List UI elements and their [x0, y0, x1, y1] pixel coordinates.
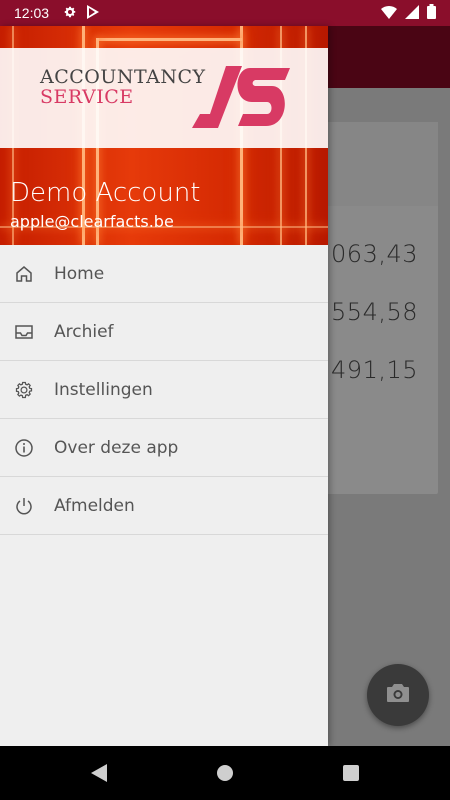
account-name: Demo Account	[10, 178, 201, 208]
recents-icon[interactable]	[336, 758, 366, 788]
logo-text-service: SERVICE	[40, 86, 134, 108]
drawer-header: ACCOUNTANCY SERVICE Demo Account apple@c…	[0, 26, 328, 245]
gear-icon	[0, 380, 54, 400]
menu-label-archief: Archief	[54, 321, 114, 342]
menu-item-instellingen[interactable]: Instellingen	[0, 361, 328, 419]
drawer-menu: Home Archief Instellingen Over deze app …	[0, 245, 328, 535]
logo-as-mark	[192, 66, 292, 136]
menu-item-afmelden[interactable]: Afmelden	[0, 477, 328, 535]
back-icon[interactable]	[84, 758, 114, 788]
inbox-icon	[0, 323, 54, 341]
neon-line	[96, 38, 242, 41]
logo-text-accountancy: ACCOUNTANCY	[40, 66, 206, 88]
menu-item-archief[interactable]: Archief	[0, 303, 328, 361]
wifi-icon	[381, 4, 397, 23]
camera-icon	[387, 683, 409, 707]
menu-label-afmelden: Afmelden	[54, 495, 135, 516]
home-icon	[0, 264, 54, 284]
system-nav-bar	[0, 746, 450, 800]
status-time: 12:03	[14, 5, 50, 21]
home-circle-icon[interactable]	[210, 758, 240, 788]
menu-item-over-deze-app[interactable]: Over deze app	[0, 419, 328, 477]
play-store-icon	[87, 4, 100, 23]
gear-icon	[63, 4, 77, 23]
menu-label-over-deze-app: Over deze app	[54, 437, 179, 458]
menu-label-home: Home	[54, 263, 105, 284]
signal-icon	[405, 4, 419, 23]
menu-item-home[interactable]: Home	[0, 245, 328, 303]
power-icon	[0, 496, 54, 516]
account-email: apple@clearfacts.be	[10, 212, 174, 231]
navigation-drawer: ACCOUNTANCY SERVICE Demo Account apple@c…	[0, 26, 328, 746]
battery-icon	[427, 3, 436, 23]
menu-label-instellingen: Instellingen	[54, 379, 153, 400]
status-bar: 12:03	[0, 0, 450, 26]
info-icon	[0, 438, 54, 458]
camera-button[interactable]	[367, 664, 429, 726]
